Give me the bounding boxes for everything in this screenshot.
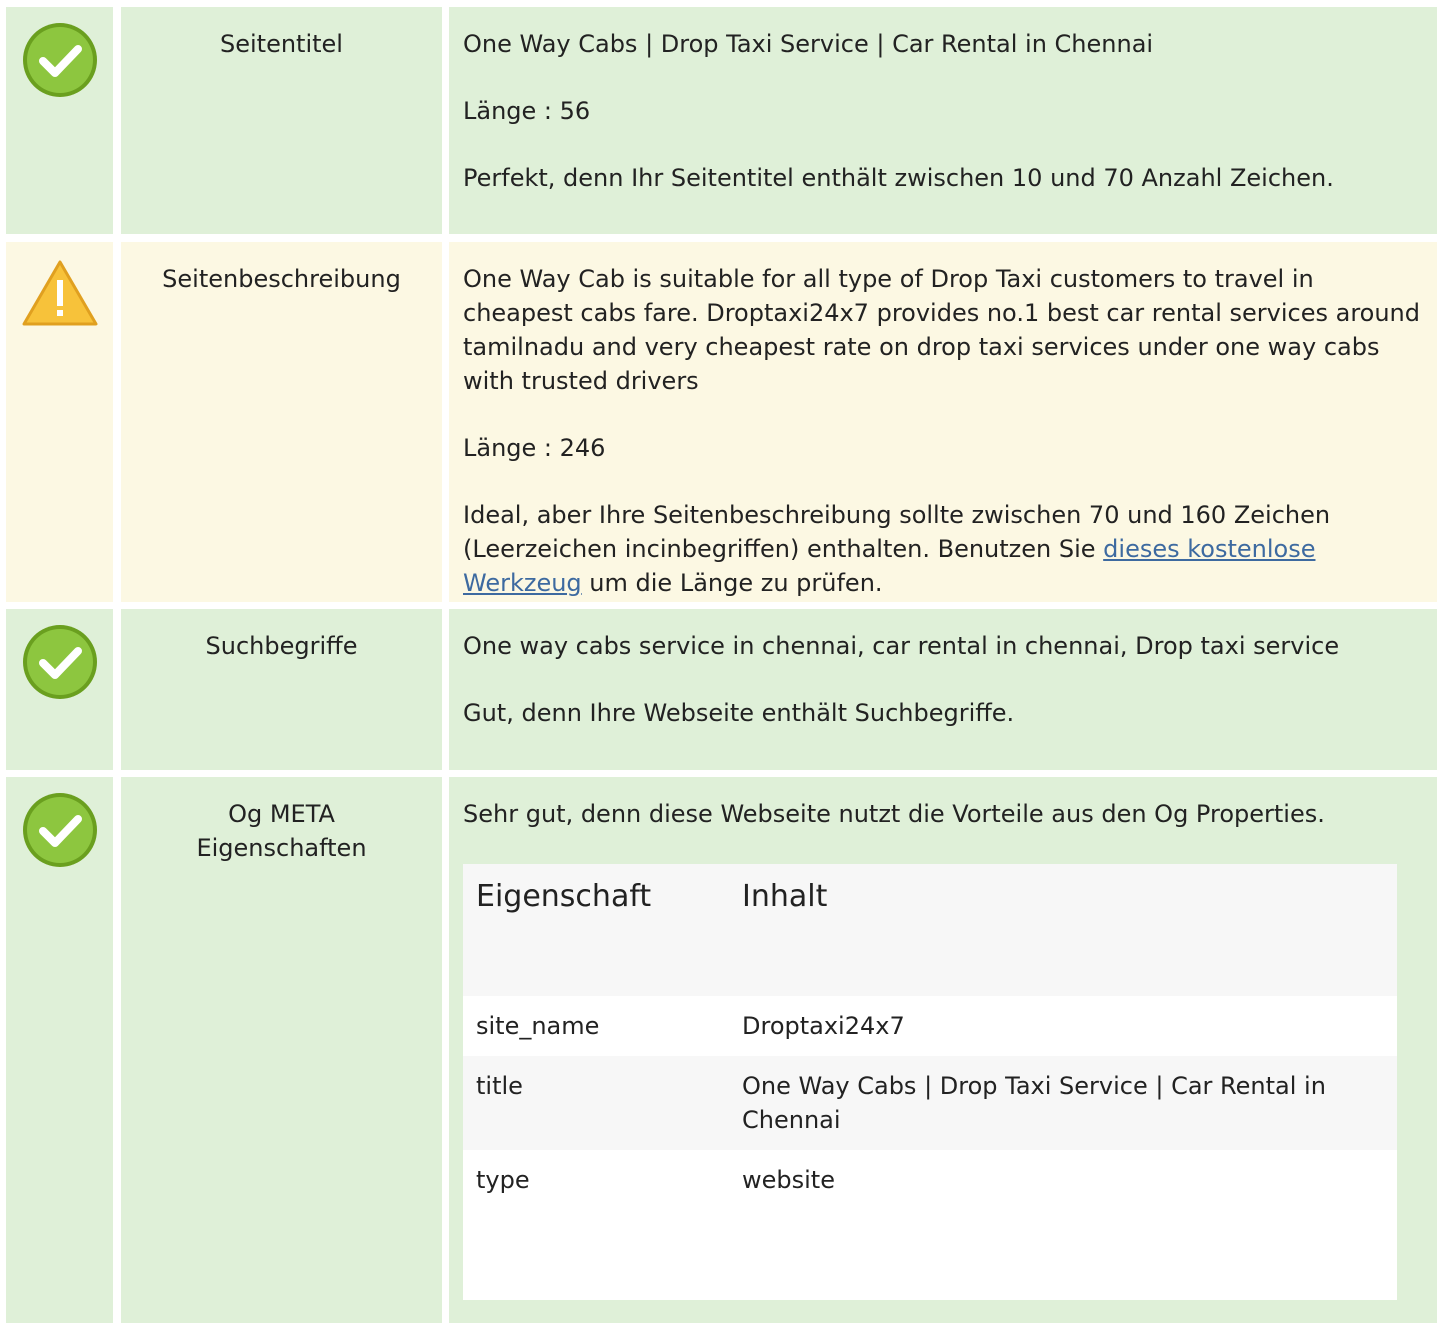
row-label: Suchbegriffe	[121, 609, 442, 770]
status-cell	[6, 242, 113, 602]
row-content: One Way Cab is suitable for all type of …	[449, 242, 1437, 602]
seo-row-page-description: Seitenbeschreibung One Way Cab is suitab…	[0, 242, 1443, 602]
row-content: Sehr gut, denn diese Webseite nutzt die …	[449, 777, 1437, 1323]
status-cell	[6, 609, 113, 770]
check-circle-icon	[23, 793, 97, 867]
og-property-value: website	[742, 1166, 835, 1194]
warning-triangle-icon	[22, 260, 98, 326]
column-header-property: Eigenschaft	[476, 879, 652, 914]
row-label: Seitentitel	[121, 7, 442, 234]
result-text: Sehr gut, denn diese Webseite nutzt die …	[463, 800, 1325, 828]
table-row: type website	[463, 1150, 1397, 1300]
og-properties-table: Eigenschaft Inhalt site_name Droptaxi24x…	[463, 864, 1397, 1300]
row-content: One Way Cabs | Drop Taxi Service | Car R…	[449, 7, 1437, 234]
length-text: Länge : 246	[463, 434, 606, 462]
keywords-value: One way cabs service in chennai, car ren…	[463, 632, 1340, 660]
result-text: Gut, denn Ihre Webseite enthält Suchbegr…	[463, 699, 1015, 727]
row-content: One way cabs service in chennai, car ren…	[449, 609, 1437, 770]
seo-row-og-meta: Og META Eigenschaften Sehr gut, denn die…	[0, 777, 1443, 1323]
table-header-row: Eigenschaft Inhalt	[463, 864, 1397, 996]
advice-text-end: um die Länge zu prüfen.	[581, 569, 883, 597]
page-title-value: One Way Cabs | Drop Taxi Service | Car R…	[463, 30, 1154, 58]
status-cell	[6, 7, 113, 234]
check-circle-icon	[23, 23, 97, 97]
og-property-name: title	[476, 1072, 523, 1100]
seo-row-keywords: Suchbegriffe One way cabs service in che…	[0, 609, 1443, 770]
column-header-content: Inhalt	[742, 879, 828, 914]
seo-row-page-title: Seitentitel One Way Cabs | Drop Taxi Ser…	[0, 7, 1443, 234]
og-property-name: type	[476, 1166, 530, 1194]
status-cell	[6, 777, 113, 1323]
check-circle-icon	[23, 625, 97, 699]
og-property-value: One Way Cabs | Drop Taxi Service | Car R…	[742, 1072, 1326, 1134]
table-row: title One Way Cabs | Drop Taxi Service |…	[463, 1056, 1397, 1150]
table-row: site_name Droptaxi24x7	[463, 996, 1397, 1056]
row-label: Seitenbeschreibung	[121, 242, 442, 602]
og-property-value: Droptaxi24x7	[742, 1012, 905, 1040]
result-text: Perfekt, denn Ihr Seitentitel enthält zw…	[463, 164, 1334, 192]
result-text: Ideal, aber Ihre Seitenbeschreibung soll…	[463, 498, 1423, 600]
description-value: One Way Cab is suitable for all type of …	[463, 265, 1420, 395]
og-property-name: site_name	[476, 1012, 600, 1040]
length-text: Länge : 56	[463, 97, 591, 125]
row-label: Og META Eigenschaften	[121, 777, 442, 1323]
